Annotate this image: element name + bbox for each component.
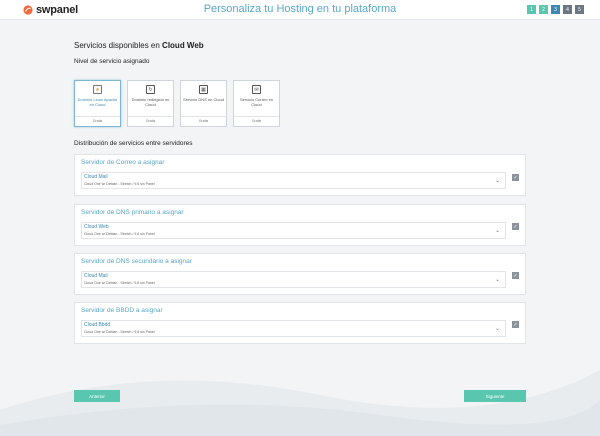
tier-price: Gratis bbox=[128, 116, 173, 126]
browser-icon: ↻ bbox=[146, 85, 155, 94]
server-select-value: Cloud Mail bbox=[84, 174, 108, 180]
tier-label: Dominio Linux Apache en Cloud bbox=[77, 97, 118, 107]
step-3[interactable]: 3 bbox=[551, 5, 560, 14]
tier-label: Servicio DNS en Cloud bbox=[183, 97, 224, 102]
tier-mail[interactable]: ✉ Servicio Correo en Cloud Gratis bbox=[233, 80, 280, 127]
chevron-down-icon: ⌄ bbox=[494, 178, 500, 184]
chevron-down-icon: ⌄ bbox=[494, 277, 500, 283]
server-select-detail: Cloud One w/ Debian - Stretch / 9.6 sin … bbox=[84, 281, 155, 285]
tier-label: Servicio Correo en Cloud bbox=[239, 97, 274, 107]
page-header-title: Personaliza tu Hosting en tu plataforma bbox=[203, 3, 397, 15]
tier-price: Gratis bbox=[75, 116, 120, 126]
confirm-bbdd-checkbox[interactable]: ✓ bbox=[512, 321, 519, 328]
tier-redirect[interactable]: ↻ Dominio redirigido en Cloud Gratis bbox=[127, 80, 174, 127]
previous-button[interactable]: Anterior bbox=[74, 390, 120, 402]
next-button[interactable]: Siguiente bbox=[464, 390, 526, 402]
tier-price: Gratis bbox=[234, 116, 279, 126]
step-indicator: 1 2 3 4 5 bbox=[527, 5, 584, 14]
check-icon: ✓ bbox=[513, 272, 518, 279]
distribution-heading: Distribución de servicios entre servidor… bbox=[74, 140, 193, 147]
check-icon: ✓ bbox=[513, 223, 518, 230]
mail-icon: ✉ bbox=[252, 85, 261, 94]
step-5[interactable]: 5 bbox=[575, 5, 584, 14]
server-card-dns-primary: Servidor de DNS primario a asignar Cloud… bbox=[74, 204, 526, 246]
server-card-dns-secondary: Servidor de DNS secundario a asignar Clo… bbox=[74, 253, 526, 295]
dns-icon: ▦ bbox=[199, 85, 208, 94]
page-title-product: Cloud Web bbox=[162, 41, 204, 50]
server-select-detail: Cloud One w/ Debian - Stretch / 9.6 sin … bbox=[84, 232, 155, 236]
step-1[interactable]: 1 bbox=[527, 5, 536, 14]
top-bar: swpanel Personaliza tu Hosting en tu pla… bbox=[0, 0, 600, 20]
server-card-title: Servidor de Correo a asignar bbox=[81, 159, 165, 166]
tier-price: Gratis bbox=[181, 116, 226, 126]
tier-dns[interactable]: ▦ Servicio DNS en Cloud Gratis bbox=[180, 80, 227, 127]
server-card-mail: Servidor de Correo a asignar Cloud Mail … bbox=[74, 154, 526, 196]
confirm-mail-checkbox[interactable]: ✓ bbox=[512, 174, 519, 181]
step-2[interactable]: 2 bbox=[539, 5, 548, 14]
check-icon: ✓ bbox=[513, 174, 518, 181]
server-card-title: Servidor de BBDD a asignar bbox=[81, 307, 163, 314]
server-select-value: Cloud Mail bbox=[84, 273, 108, 279]
server-select-mail[interactable]: Cloud Mail Cloud One w/ Debian - Stretch… bbox=[81, 172, 506, 189]
star-icon: ★ bbox=[93, 85, 102, 94]
server-card-bbdd: Servidor de BBDD a asignar Cloud Bbdd Cl… bbox=[74, 302, 526, 344]
server-card-title: Servidor de DNS primario a asignar bbox=[81, 209, 184, 216]
check-icon: ✓ bbox=[513, 321, 518, 328]
server-select-value: Cloud Bbdd bbox=[84, 322, 111, 328]
server-card-title: Servidor de DNS secundario a asignar bbox=[81, 258, 192, 265]
server-select-value: Cloud Web bbox=[84, 224, 109, 230]
chevron-down-icon: ⌄ bbox=[494, 326, 500, 332]
server-select-dns-primary[interactable]: Cloud Web Cloud One w/ Debian - Stretch … bbox=[81, 222, 506, 239]
logo-text: swpanel bbox=[36, 3, 79, 16]
tier-label: Dominio redirigido en Cloud bbox=[131, 97, 170, 107]
tier-linux-apache[interactable]: ★ Dominio Linux Apache en Cloud Gratis bbox=[74, 80, 121, 127]
step-4[interactable]: 4 bbox=[563, 5, 572, 14]
page-title: Servicios disponibles en Cloud Web bbox=[74, 41, 204, 50]
server-select-detail: Cloud One w/ Debian - Stretch / 9.6 sin … bbox=[84, 182, 155, 186]
swpanel-logo-icon bbox=[23, 4, 33, 15]
service-level-options: ★ Dominio Linux Apache en Cloud Gratis ↻… bbox=[74, 80, 280, 127]
server-select-bbdd[interactable]: Cloud Bbdd Cloud One w/ Debian - Stretch… bbox=[81, 320, 506, 337]
chevron-down-icon: ⌄ bbox=[494, 228, 500, 234]
logo[interactable]: swpanel bbox=[23, 3, 78, 16]
confirm-dns-primary-checkbox[interactable]: ✓ bbox=[512, 223, 519, 230]
server-select-dns-secondary[interactable]: Cloud Mail Cloud One w/ Debian - Stretch… bbox=[81, 271, 506, 288]
service-level-heading: Nivel de servicio asignado bbox=[74, 58, 150, 65]
confirm-dns-secondary-checkbox[interactable]: ✓ bbox=[512, 272, 519, 279]
page-title-prefix: Servicios disponibles en bbox=[74, 41, 163, 50]
server-select-detail: Cloud One w/ Debian - Stretch / 9.6 sin … bbox=[84, 330, 155, 334]
